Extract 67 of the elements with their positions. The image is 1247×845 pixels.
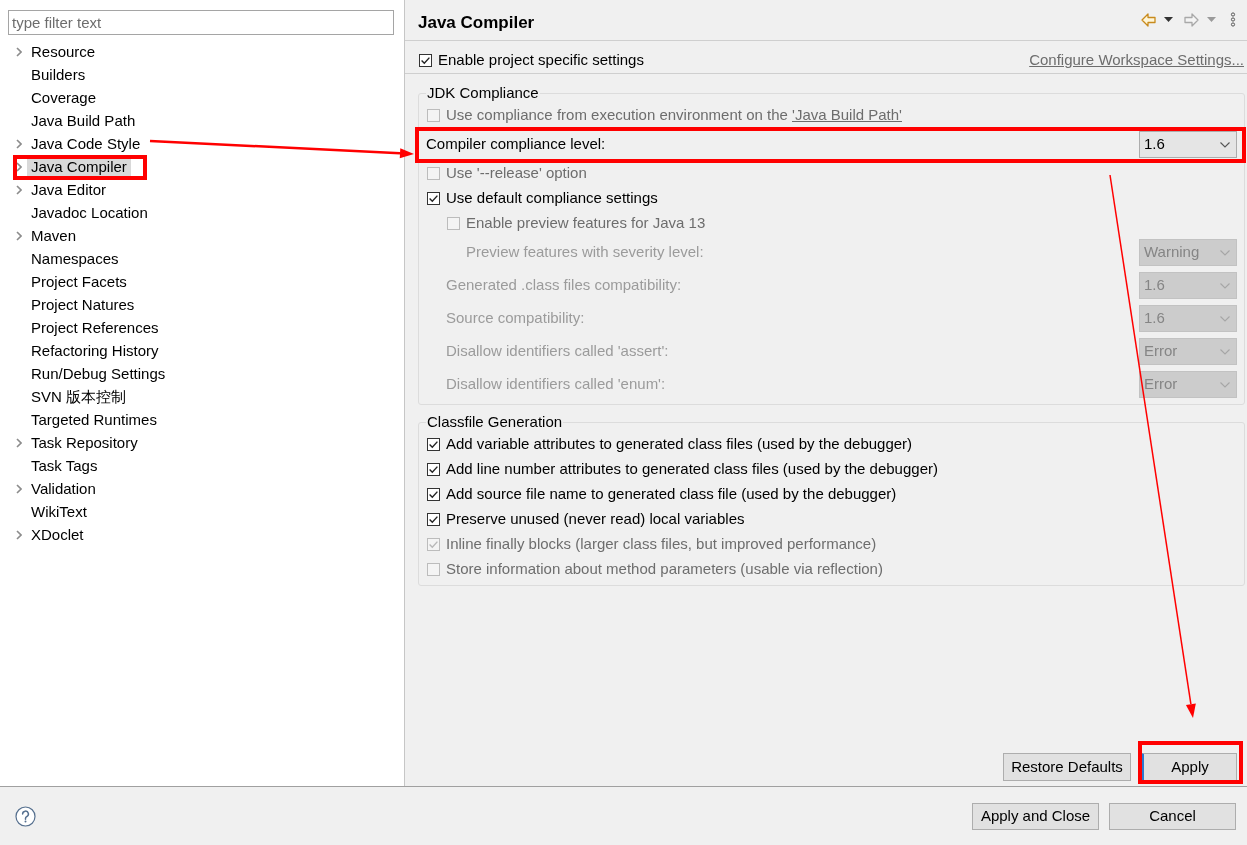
tree-item[interactable]: Maven [27,225,81,246]
tree-item[interactable]: Task Repository [27,432,142,453]
tree-item[interactable]: Targeted Runtimes [27,409,161,430]
checkbox[interactable] [427,488,440,501]
checkbox-label: Add line number attributes to generated class files (used by the debugger) [446,459,938,480]
back-arrow-icon[interactable] [1141,12,1156,27]
checkbox[interactable] [427,192,440,205]
tree-item[interactable]: Builders [27,64,90,85]
checkbox[interactable] [427,463,440,476]
dropdown-caret-icon[interactable] [1164,17,1173,22]
group-title: JDK Compliance [426,83,540,103]
checkbox-label: Add variable attributes to generated class files (used by the debugger) [446,434,913,455]
tree-item[interactable]: Javadoc Location [27,202,152,223]
chevron-right-icon[interactable] [16,230,22,241]
checkbox-label: Use '--release' option [446,163,587,184]
group-title: Classfile Generation [426,412,564,432]
chevron-right-icon[interactable] [16,483,22,494]
apply-and-close-button[interactable]: Apply and Close [972,802,1099,830]
dropdown[interactable]: 1.6 [1139,131,1237,158]
tree-item[interactable]: Project References [27,317,163,338]
chevron-right-icon[interactable] [16,138,22,149]
tree-item[interactable]: Coverage [27,87,101,108]
tree-item[interactable]: Project Facets [27,271,131,292]
chevron-right-icon[interactable] [16,184,22,195]
checkbox-label: Add source file name to generated class file (used by the debugger) [446,484,897,505]
cancel-button[interactable]: Cancel [1109,802,1236,830]
three-dots-icon[interactable] [1230,12,1236,27]
page-title: Java Compiler [418,12,536,34]
checkbox-label: Inline finally blocks (larger class files, but improved performance) [446,534,877,555]
setting-label: Disallow identifiers called 'assert': [446,341,669,362]
filter-field[interactable]: type filter text [8,10,394,35]
tree-item[interactable]: WikiText [27,501,91,522]
chevron-right-icon[interactable] [16,161,22,172]
tree-item[interactable]: Run/Debug Settings [27,363,170,384]
checkbox[interactable] [419,53,432,67]
apply-button[interactable]: Apply [1141,753,1237,781]
checkbox[interactable] [427,513,440,526]
tree-item[interactable]: Java Code Style [27,133,145,154]
checkbox-label: Store information about method parameters (usable via reflection) [446,559,883,580]
chevron-right-icon[interactable] [16,437,22,448]
restore-defaults-button[interactable]: Restore Defaults [1003,753,1131,781]
setting-label: Generated .class files compatibility: [446,275,682,296]
tree-item[interactable]: XDoclet [27,524,88,545]
checkbox-label: Preserve unused (never read) local variables [446,509,745,530]
setting-label: Source compatibility: [446,308,585,329]
tree-item[interactable]: Task Tags [27,455,102,476]
tree-item[interactable]: Validation [27,478,100,499]
tree-item[interactable]: SVN 版本控制 [27,386,130,407]
chevron-right-icon[interactable] [16,46,22,57]
setting-label: Preview features with severity level: [466,242,704,263]
setting-label: Disallow identifiers called 'enum': [446,374,666,395]
checkbox[interactable] [427,438,440,451]
tree-item[interactable]: Namespaces [27,248,123,269]
chevron-right-icon[interactable] [16,529,22,540]
tree-item[interactable]: Resource [27,41,100,62]
caret-icon[interactable] [1220,141,1230,148]
tree-item[interactable]: Java Build Path [27,110,140,131]
checkbox-label: Use compliance from execution environment on the 'Java Build Path' [446,105,902,126]
tree-item[interactable]: Java Editor [27,179,111,200]
checkbox-label: Enable preview features for Java 13 [466,213,706,234]
tree-item[interactable]: Refactoring History [27,340,163,361]
checkbox-label: Use default compliance settings [446,188,658,209]
workspace-settings-link[interactable]: Configure Workspace Settings... [1029,48,1244,72]
tree-item[interactable]: Project Natures [27,294,139,315]
help-icon[interactable] [15,805,36,827]
checkbox-label: Enable project specific settings [438,49,645,70]
setting-label: Compiler compliance level: [426,134,606,155]
